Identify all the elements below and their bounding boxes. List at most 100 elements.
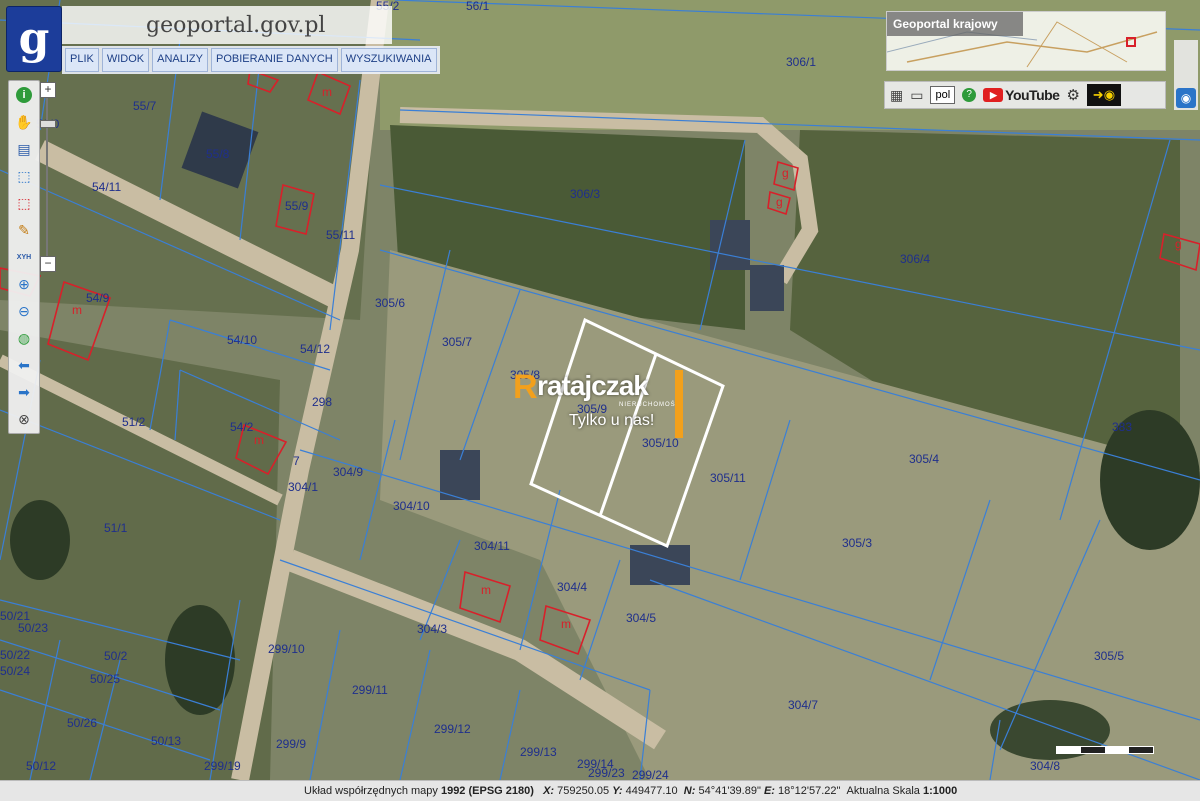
parcel-label: 304/8 [1030, 759, 1061, 773]
parcel-label: 55/7 [133, 99, 157, 113]
layers-icon[interactable]: ▤ [14, 139, 34, 159]
menu-plik[interactable]: PLIK [65, 48, 99, 72]
parcel-label: 54/2 [230, 420, 254, 434]
parcel-label: 383 [1112, 420, 1133, 434]
parcel-label: 306/4 [900, 252, 931, 266]
parcel-label: 305/3 [842, 536, 873, 550]
parcel-label: 304/4 [557, 580, 588, 594]
parcel-label: 305/4 [909, 452, 940, 466]
zoom-slider[interactable]: + − [40, 82, 56, 272]
parcel-label: 304/11 [474, 539, 510, 553]
parcel-label: 306/1 [786, 55, 817, 69]
menu-wyszukiwania[interactable]: WYSZUKIWANIA [340, 48, 437, 72]
parcel-label: 299/24 [632, 768, 669, 780]
parcel-label: 50/22 [0, 648, 31, 662]
watermark-tagline: Tylko u nas! [569, 412, 655, 429]
zoom-plus-button[interactable]: + [40, 82, 56, 98]
xyh-icon[interactable]: XYH [14, 247, 34, 267]
parcel-label: 299/10 [268, 642, 305, 656]
building-mark: m [72, 303, 82, 317]
help-icon[interactable]: ? [962, 88, 977, 102]
parcel-label: 50/25 [90, 672, 121, 686]
geoportal-logo[interactable]: g [6, 6, 62, 72]
right-side-panel: ◉ [1174, 40, 1198, 110]
edit-pencil-icon[interactable]: ✎ [14, 220, 34, 240]
parcel-label: 299/12 [434, 722, 471, 736]
parcel-label: 51/2 [122, 415, 146, 429]
print-icon[interactable]: ▦ [890, 87, 903, 104]
x-value: 759250.05 [557, 785, 610, 797]
agency-watermark: R ratajczak NIERUCHOMOŚCI Tylko u nas! [513, 366, 693, 440]
parcel-label: 50/26 [67, 716, 98, 730]
n-value: 54°41'39.89" [698, 785, 761, 797]
logo-g-icon: g [18, 13, 50, 64]
menu-pobieranie-danych[interactable]: POBIERANIE DANYCH [211, 48, 338, 72]
forward-arrow-icon[interactable]: ➡ [14, 382, 34, 402]
parcel-label: 55/8 [206, 147, 230, 161]
youtube-link[interactable]: ▶ YouTube [983, 87, 1060, 103]
e-label: E: [763, 785, 775, 797]
overview-map-title: Geoportal krajowy [887, 12, 1023, 36]
clear-icon[interactable]: ⊗ [14, 409, 34, 429]
building-mark: g [782, 166, 789, 180]
parcel-label: 56/1 [466, 0, 490, 13]
parcel-label: 304/1 [288, 480, 319, 494]
parcel-label: 50/24 [0, 664, 31, 678]
zoom-minus-button[interactable]: − [40, 256, 56, 272]
parcel-label: 55/9 [285, 199, 309, 213]
info-icon[interactable]: i [14, 85, 34, 105]
parcel-label: 305/5 [1094, 649, 1125, 663]
building-mark: m [322, 85, 332, 99]
parcel-label: 50/2 [104, 649, 128, 663]
status-bar: Układ współrzędnych mapy 1992 (EPSG 2180… [0, 780, 1200, 801]
select-remove-icon[interactable]: ⬚ [14, 193, 34, 213]
parcel-label: 55/11 [326, 228, 356, 242]
parcel-label: 299/19 [204, 759, 241, 773]
zoom-out-icon[interactable]: ⊖ [14, 301, 34, 321]
overview-map[interactable]: Geoportal krajowy [886, 11, 1166, 71]
left-toolbar: i ✋ ▤ ⬚ ⬚ ✎ XYH ⊕ ⊖ ◍ ⬅ ➡ ⊗ [8, 80, 40, 434]
parcel-label: 299/13 [520, 745, 557, 759]
scale-value: 1:1000 [922, 785, 958, 797]
parcel-label: 304/3 [417, 622, 448, 636]
parcel-label: 299/23 [588, 766, 625, 780]
scale-bar [1056, 746, 1154, 754]
youtube-label: YouTube [1005, 87, 1060, 103]
x-label: X: [543, 785, 555, 797]
zoom-handle[interactable] [40, 120, 56, 128]
y-value: 449477.10 [625, 785, 678, 797]
scale-label: Aktualna Skala [846, 785, 920, 797]
parcel-label: 54/10 [227, 333, 258, 347]
globe-icon[interactable]: ◍ [14, 328, 34, 348]
building-mark: m [254, 433, 264, 447]
eye-toggle-icon[interactable]: ◉ [1176, 88, 1196, 108]
watermark-subtitle: NIERUCHOMOŚCI [619, 402, 684, 408]
parcel-label: 304/9 [333, 465, 364, 479]
parcel-label: 305/11 [710, 471, 746, 485]
brand-title: geoportal.gov.pl [146, 13, 326, 38]
parcel-label: 54/12 [300, 342, 331, 356]
building-mark: m [481, 583, 491, 597]
building-mark: g [1175, 237, 1182, 251]
save-icon[interactable]: ▭ [910, 87, 923, 104]
language-select[interactable]: pol [930, 86, 956, 104]
parcel-label: 299/11 [352, 683, 388, 697]
parcel-label: 298 [312, 395, 333, 409]
map-view[interactable]: 306/1 55/7 55/8 55/9 55/11 54/11 306/3 3… [0, 0, 1200, 780]
parcel-label: 7 [293, 454, 300, 468]
n-label: N: [683, 785, 696, 797]
zoom-in-icon[interactable]: ⊕ [14, 274, 34, 294]
menu-analizy[interactable]: ANALIZY [152, 48, 208, 72]
back-arrow-icon[interactable]: ⬅ [14, 355, 34, 375]
pan-hand-icon[interactable]: ✋ [14, 112, 34, 132]
e-value: 18°12'57.22" [778, 785, 841, 797]
accessibility-icon[interactable]: ⚙ [1066, 86, 1079, 104]
parcel-label: 305/7 [442, 335, 473, 349]
watermark-bar [675, 370, 683, 438]
high-contrast-icon[interactable]: ➜◉ [1086, 84, 1121, 106]
parcel-label: 54/9 [86, 291, 110, 305]
select-rectangle-icon[interactable]: ⬚ [14, 166, 34, 186]
parcel-label: 304/7 [788, 698, 819, 712]
y-label: Y: [612, 785, 623, 797]
menu-widok[interactable]: WIDOK [101, 48, 150, 72]
